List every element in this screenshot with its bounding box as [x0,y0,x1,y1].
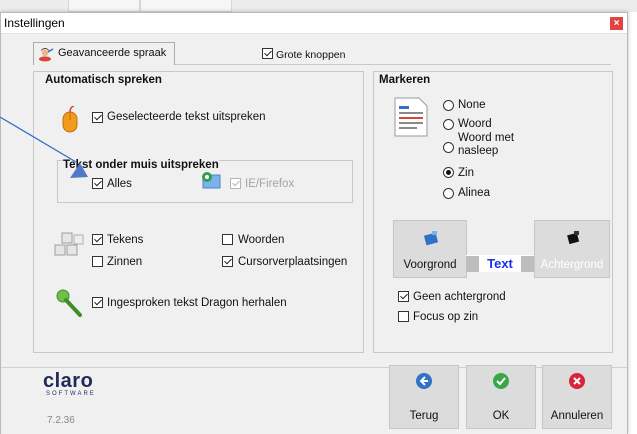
dragon-label: Ingesproken tekst Dragon herhalen [107,297,287,309]
ok-button[interactable]: OK [466,365,536,429]
zinnen-label: Zinnen [107,256,143,268]
tab-geavanceerde-spraak[interactable]: Geavanceerde spraak [33,42,175,65]
voorgrond-label: Voorgrond [403,259,457,271]
paint-bucket-icon [423,231,439,246]
voorgrond-button[interactable]: Voorgrond [393,220,467,278]
cancel-x-icon [569,373,585,389]
dialog-title: Instellingen [4,16,65,30]
alles-label: Alles [107,178,132,190]
radio-woord-met-nasleep-label: Woord met nasleep [458,132,515,157]
radio-zin-label: Zin [458,167,474,179]
tekens-checkbox[interactable] [92,234,103,245]
title-bar: Instellingen × [1,13,627,34]
claro-logo: claro SOFTWARE [43,371,96,397]
selected-text-checkbox[interactable] [92,112,103,123]
grote-knoppen-checkbox[interactable] [262,48,273,59]
speaker-person-icon [39,48,54,62]
achtergrond-button[interactable]: Achtergrond [534,220,610,278]
ie-firefox-label: IE/Firefox [245,178,295,190]
radio-none-label: None [458,99,486,111]
cursor-checkbox[interactable] [222,256,233,267]
terug-button[interactable]: Terug [389,365,459,429]
claro-brand: claro [43,370,94,392]
keyboard-keys-icon [54,232,84,256]
radio-zin[interactable] [443,167,454,178]
achtergrond-label: Achtergrond [540,259,604,271]
tab-bar: Geavanceerde spraak Grote knoppen [33,42,611,65]
zinnen-checkbox[interactable] [92,256,103,267]
radio-none[interactable] [443,100,454,111]
close-icon[interactable]: × [610,17,623,30]
geen-achtergrond-label: Geen achtergrond [413,291,506,303]
version-label: 7.2.36 [47,415,75,426]
arrow-left-icon [416,373,432,389]
radio-woord[interactable] [443,119,454,130]
annuleren-label: Annuleren [550,410,604,422]
settings-dialog: Instellingen × Geavanceerde spraak Grote… [0,12,628,434]
radio-alinea[interactable] [443,188,454,199]
microphone-icon [56,289,82,317]
text-sample-preview: Text [466,255,534,272]
dragon-checkbox[interactable] [92,297,103,308]
text-sample: Text [479,256,521,272]
focus-op-zin-label: Focus op zin [413,311,479,323]
radio-woord-met-nasleep[interactable] [443,142,454,153]
radio-alinea-label: Alinea [458,187,490,199]
ok-label: OK [492,410,510,422]
markeren-title: Markeren [379,74,431,86]
woorden-label: Woorden [238,234,285,246]
geen-achtergrond-checkbox[interactable] [398,291,409,302]
paint-bucket-dark-icon [567,231,580,245]
document-highlight-icon [394,97,428,137]
mouse-icon [62,106,78,133]
tekens-label: Tekens [107,234,144,246]
focus-op-zin-checkbox[interactable] [398,311,409,322]
cursor-label: Cursorverplaatsingen [238,256,348,268]
tab-label: Geavanceerde spraak [58,47,167,59]
auto-speak-title: Automatisch spreken [45,74,162,86]
ie-firefox-checkbox[interactable] [230,178,241,189]
selected-text-label: Geselecteerde tekst uitspreken [107,111,266,123]
terug-label: Terug [409,410,439,422]
background-tab [140,0,232,12]
mouse-speak-title: Tekst onder muis uitspreken [63,159,219,171]
checkmark-icon [493,373,509,389]
globe-window-icon [202,172,221,189]
background-tab [68,0,140,12]
claro-brand-sub: SOFTWARE [46,391,96,397]
grote-knoppen-label: Grote knoppen [276,49,346,61]
radio-woord-label: Woord [458,118,492,130]
annuleren-button[interactable]: Annuleren [542,365,612,429]
alles-checkbox[interactable] [92,178,103,189]
woorden-checkbox[interactable] [222,234,233,245]
